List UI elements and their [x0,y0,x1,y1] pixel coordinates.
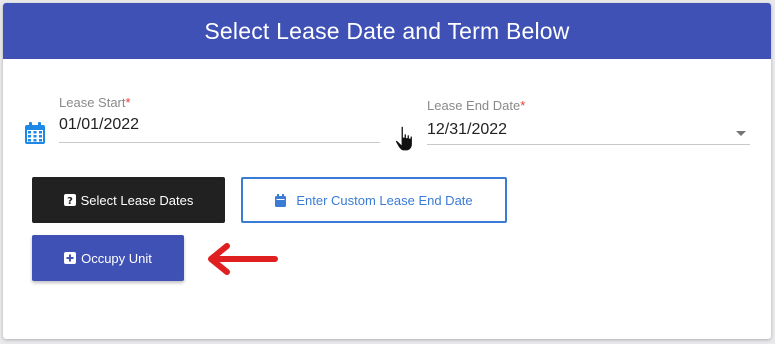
hand-pointer-icon [393,125,419,153]
svg-text:?: ? [67,196,73,206]
calendar-icon [275,193,287,207]
lease-card: Select Lease Date and Term Below Lease S… [3,3,771,339]
required-mark: * [520,98,526,113]
lease-end-label: Lease End Date* [427,98,526,113]
select-lease-dates-label: Select Lease Dates [80,192,194,208]
lease-start-input[interactable]: 01/01/2022 [59,116,139,134]
lease-end-select[interactable]: 12/31/2022 [427,121,507,139]
select-lease-dates-button[interactable]: ? Select Lease Dates [32,177,225,223]
lease-start-underline [59,142,380,143]
occupy-unit-label: Occupy Unit [81,250,152,266]
left-arrow-icon [203,241,281,277]
lease-end-underline [427,144,750,145]
custom-lease-end-label: Enter Custom Lease End Date [296,192,473,208]
card-header: Select Lease Date and Term Below [3,3,771,59]
occupy-unit-button[interactable]: Occupy Unit [32,235,184,281]
chevron-down-icon[interactable] [736,131,746,136]
question-square-icon: ? [63,194,76,206]
page-title: Select Lease Date and Term Below [204,17,570,44]
calendar-icon[interactable] [24,121,46,145]
lease-start-label: Lease Start* [59,95,131,110]
required-mark: * [125,95,131,110]
custom-lease-end-button[interactable]: Enter Custom Lease End Date [241,177,507,223]
plus-square-icon [64,252,77,264]
